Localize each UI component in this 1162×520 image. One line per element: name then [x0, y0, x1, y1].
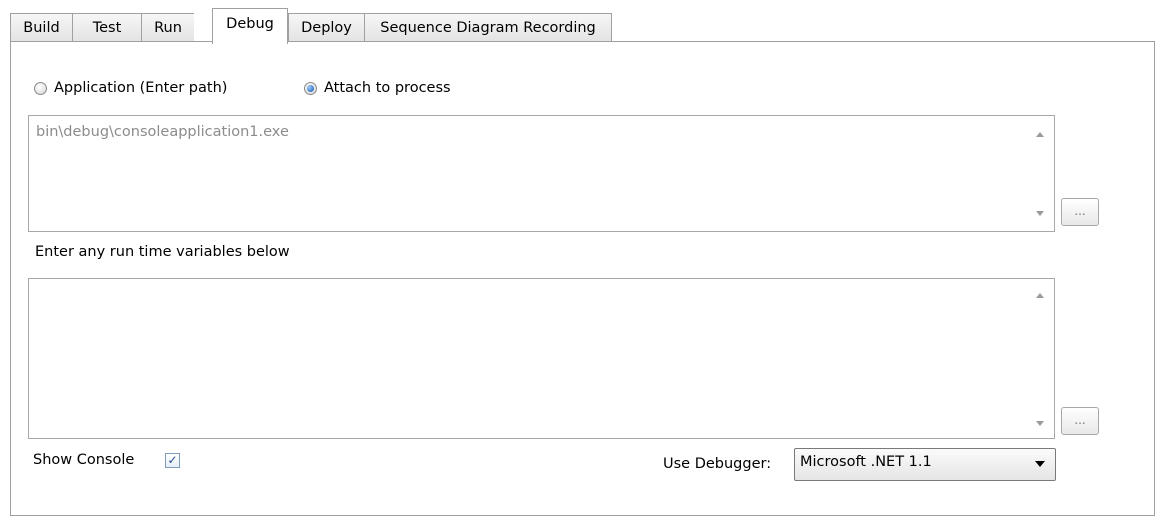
path-value: bin\debug\consoleapplication1.exe — [36, 124, 289, 140]
tab-test[interactable]: Test — [72, 13, 141, 42]
tab-run[interactable]: Run — [141, 13, 194, 42]
runtime-variables-textbox[interactable] — [28, 278, 1055, 439]
show-console-label: Show Console — [33, 452, 135, 468]
runtime-browse-button[interactable]: ... — [1061, 407, 1099, 435]
debugger-select-value: Microsoft .NET 1.1 — [800, 454, 932, 470]
scroll-up-icon[interactable] — [1036, 132, 1044, 137]
tab-debug[interactable]: Debug — [212, 8, 288, 44]
application-radio[interactable] — [34, 81, 47, 95]
scroll-up-icon[interactable] — [1036, 293, 1044, 298]
attach-option[interactable]: Attach to process — [304, 77, 451, 99]
scroll-down-icon[interactable] — [1036, 211, 1044, 216]
scroll-down-icon[interactable] — [1036, 421, 1044, 426]
tab-deploy[interactable]: Deploy — [288, 13, 364, 42]
tab-build[interactable]: Build — [10, 13, 72, 42]
chevron-down-icon — [1035, 461, 1045, 467]
path-textbox[interactable]: bin\debug\consoleapplication1.exe — [28, 115, 1055, 232]
path-browse-button[interactable]: ... — [1061, 198, 1099, 226]
runtime-variables-label: Enter any run time variables below — [35, 244, 290, 260]
application-option[interactable]: Application (Enter path) — [34, 77, 227, 99]
show-console-checkbox[interactable]: ✓ — [165, 453, 180, 468]
application-option-label: Application (Enter path) — [54, 80, 228, 96]
attach-option-label: Attach to process — [324, 80, 451, 96]
debugger-select[interactable]: Microsoft .NET 1.1 — [794, 448, 1056, 481]
tab-sequence-diagram-recording[interactable]: Sequence Diagram Recording — [364, 13, 612, 42]
use-debugger-label: Use Debugger: — [663, 456, 772, 472]
attach-radio[interactable] — [304, 81, 317, 95]
